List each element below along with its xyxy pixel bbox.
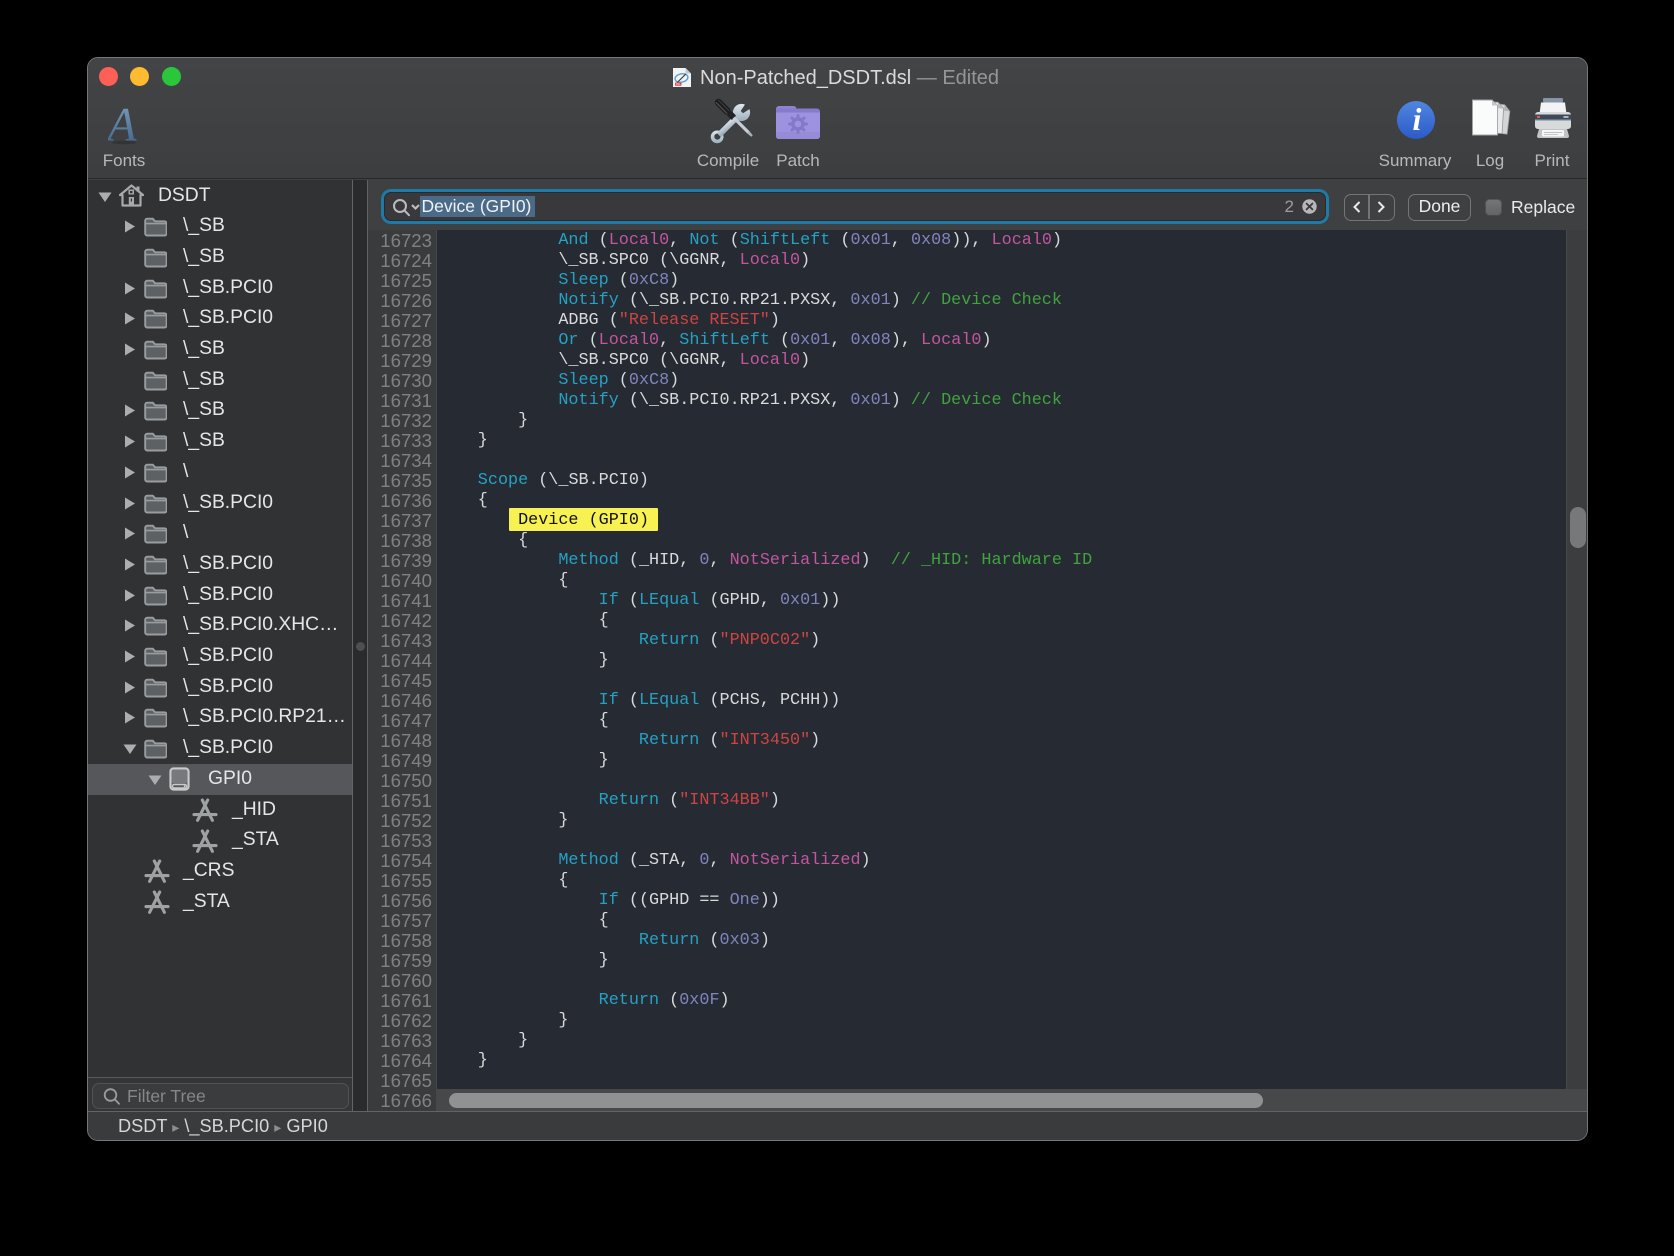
svg-text:A: A [108, 100, 137, 151]
svg-text:DSL: DSL [676, 83, 681, 86]
svg-text:i: i [1413, 101, 1422, 137]
